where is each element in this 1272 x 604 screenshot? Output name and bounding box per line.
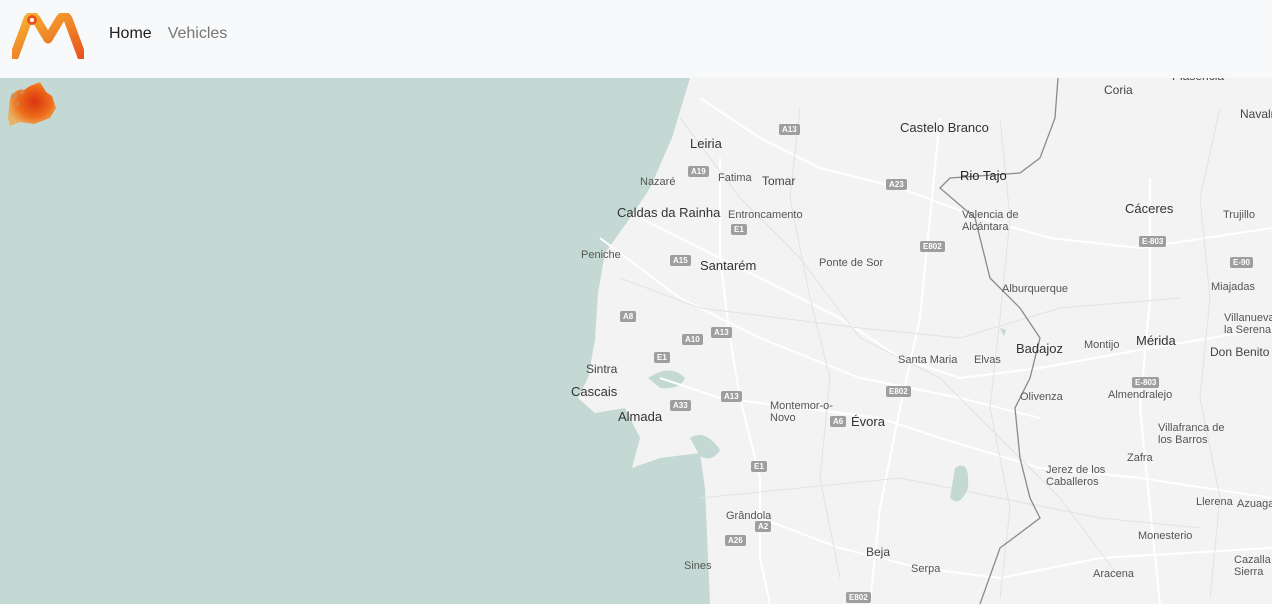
place-label: Valencia de Alcántara: [962, 209, 1019, 233]
road-shield: A13: [721, 391, 742, 402]
place-label: Fatima: [718, 172, 752, 184]
road-shield: A26: [725, 535, 746, 546]
vehicle-heatmap[interactable]: [0, 78, 60, 128]
place-label: Trujillo: [1223, 209, 1255, 221]
place-label: Santa Maria: [898, 354, 958, 366]
nav-home-link[interactable]: Home: [109, 25, 152, 43]
road-shield: A15: [670, 255, 691, 266]
navbar: Home Vehicles: [0, 0, 1272, 78]
place-label: Almendralejo: [1108, 389, 1173, 401]
road-shield: A2: [755, 521, 772, 532]
place-label: Coria: [1104, 83, 1133, 97]
road-shield: E-90: [1230, 257, 1253, 268]
road-shield: E802: [886, 386, 911, 397]
road-shield: E802: [846, 592, 871, 603]
place-label: Nazaré: [640, 176, 676, 188]
place-label: Tomar: [762, 174, 796, 188]
place-label: Cáceres: [1125, 201, 1174, 216]
river-label: Rio Tajo: [960, 168, 1007, 183]
place-label: Villanueva de la Serena: [1224, 312, 1272, 336]
place-label: Olivenza: [1020, 391, 1063, 403]
road-shield: A13: [779, 124, 800, 135]
place-label: Mérida: [1136, 333, 1176, 348]
place-label: Serpa: [911, 563, 941, 575]
road-shield: E-803: [1132, 377, 1160, 388]
place-label: Llerena: [1196, 496, 1233, 508]
m-logo-icon[interactable]: [12, 13, 84, 59]
place-label: Évora: [851, 414, 885, 429]
place-label: Miajadas: [1211, 281, 1256, 293]
place-label: Aracena: [1093, 568, 1134, 580]
place-label: Sintra: [586, 362, 618, 376]
place-label: Azuaga: [1237, 498, 1272, 510]
place-label: Zafra: [1127, 452, 1153, 464]
road-shield: A23: [886, 179, 907, 190]
place-label: Castelo Branco: [900, 120, 989, 135]
map-view[interactable]: Rio Tajo Plasencia Coria Navalmoral de la L…: [0, 78, 1272, 604]
place-label: Almada: [618, 409, 663, 424]
place-label: Sines: [684, 560, 712, 572]
map-base: [0, 78, 1272, 604]
road-shield: E1: [751, 461, 767, 472]
place-label: Entroncamento: [728, 209, 803, 221]
place-label: Plasencia: [1172, 78, 1224, 82]
road-shield: A13: [711, 327, 732, 338]
place-label: Cazalla de la Sierra: [1234, 554, 1272, 578]
road-shield: A33: [670, 400, 691, 411]
road-shield: E1: [731, 224, 747, 235]
place-label: Beja: [866, 545, 891, 559]
place-label: Santarém: [700, 258, 757, 273]
place-label: Peniche: [581, 249, 621, 261]
place-label: Ponte de Sor: [819, 257, 884, 269]
place-label: Elvas: [974, 354, 1001, 366]
nav-vehicles-link[interactable]: Vehicles: [168, 25, 228, 43]
place-label: Don Benito: [1210, 345, 1270, 359]
nav-links: Home Vehicles: [109, 25, 227, 43]
place-label: Navalmoral de la: [1240, 107, 1272, 121]
place-label: Monesterio: [1138, 530, 1193, 542]
road-shield: E802: [920, 241, 945, 252]
road-shield: E-803: [1139, 236, 1167, 247]
road-shield: A19: [688, 166, 709, 177]
road-shield: A10: [682, 334, 703, 345]
place-label: Villafranca de los Barros: [1158, 422, 1225, 446]
road-shield: A8: [620, 311, 637, 322]
place-label: Jerez de los Caballeros: [1046, 464, 1106, 488]
place-label: Leiria: [690, 136, 722, 151]
road-shield: E1: [654, 352, 670, 363]
road-shield: A6: [830, 416, 847, 427]
place-label: Caldas da Rainha: [617, 205, 721, 220]
place-label: Badajoz: [1016, 341, 1063, 356]
place-label: Alburquerque: [1002, 283, 1069, 295]
place-label: Cascais: [571, 384, 618, 399]
place-label: Montijo: [1084, 339, 1120, 351]
